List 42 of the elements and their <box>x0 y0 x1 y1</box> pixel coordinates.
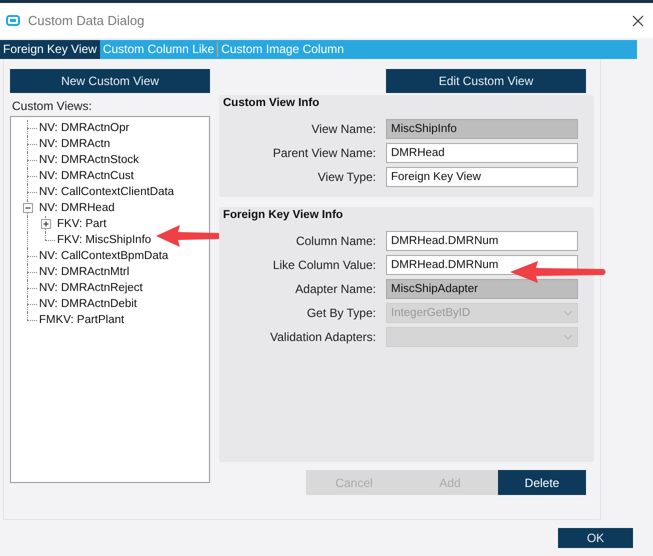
text-field[interactable]: DMRHead <box>386 143 578 163</box>
action-button[interactable]: Delete <box>498 470 586 495</box>
field-label: Column Name: <box>296 234 376 248</box>
chevron-down-icon <box>563 334 573 340</box>
tab[interactable]: Foreign Key View <box>0 40 100 59</box>
read-only-field: MiscShipAdapter <box>386 279 578 299</box>
expander-icon[interactable] <box>41 219 51 229</box>
text-field[interactable]: Foreign Key View <box>386 167 578 187</box>
read-only-field: MiscShipInfo <box>386 119 578 139</box>
chevron-down-icon <box>563 310 573 316</box>
field-label: Get By Type: <box>306 306 376 320</box>
group-title: Foreign Key View Info <box>223 209 344 223</box>
edit-custom-view-button[interactable]: Edit Custom View <box>386 69 586 93</box>
tree-item[interactable]: NV: DMRActnDebit <box>39 298 137 310</box>
tree-item[interactable]: NV: DMRActnStock <box>39 154 139 166</box>
tree-item[interactable]: NV: DMRActn <box>39 138 110 150</box>
field-label: Parent View Name: <box>272 146 376 160</box>
group-title: Custom View Info <box>223 97 320 111</box>
ok-button[interactable]: OK <box>558 528 633 548</box>
tree-item[interactable]: FKV: Part <box>57 218 106 230</box>
close-icon[interactable] <box>632 14 644 26</box>
tree-item[interactable]: NV: DMRActnCust <box>39 170 134 182</box>
text-field[interactable]: DMRHead.DMRNum <box>386 231 578 251</box>
tree-item[interactable]: NV: DMRHead <box>39 202 115 214</box>
tree-item[interactable]: FMKV: PartPlant <box>39 314 124 326</box>
tree-item[interactable]: FKV: MiscShipInfo <box>57 234 152 246</box>
expander-icon[interactable] <box>23 203 33 213</box>
new-custom-view-button[interactable]: New Custom View <box>10 69 210 93</box>
tree-item[interactable]: NV: DMRActnReject <box>39 282 143 294</box>
tree-item[interactable]: NV: CallContextBpmData <box>39 250 168 262</box>
window-icon <box>6 15 20 26</box>
window-title: Custom Data Dialog <box>28 13 146 28</box>
field-label: Like Column Value: <box>272 258 376 272</box>
tree-item[interactable]: NV: DMRActnOpr <box>39 122 130 134</box>
tree-label: Custom Views: <box>12 99 93 115</box>
tree-item[interactable]: NV: CallContextClientData <box>39 186 174 198</box>
field-label: View Name: <box>312 122 376 136</box>
tree-item[interactable]: NV: DMRActnMtrl <box>39 266 130 278</box>
dropdown-field[interactable] <box>386 327 578 347</box>
field-label: Adapter Name: <box>295 282 376 296</box>
field-label: Validation Adapters: <box>270 330 376 344</box>
field-label: View Type: <box>318 170 376 184</box>
